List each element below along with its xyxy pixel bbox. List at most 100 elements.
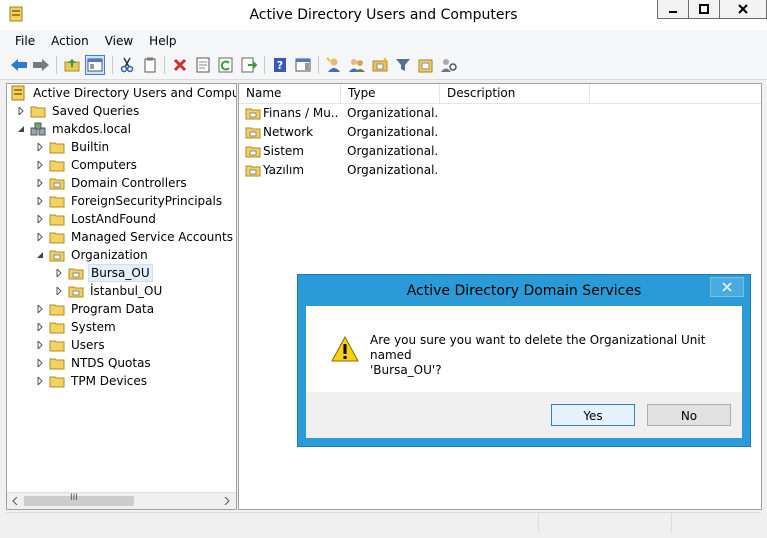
up-folder-button[interactable]: [62, 55, 82, 75]
tree-item-foreign-security-principals[interactable]: ForeignSecurityPrincipals: [35, 192, 224, 210]
menu-action[interactable]: Action: [43, 30, 97, 52]
tree-item-users[interactable]: Users: [35, 336, 107, 354]
properties-button[interactable]: [193, 55, 213, 75]
dialog-footer: Yes No: [306, 392, 742, 438]
minimize-button[interactable]: [657, 0, 689, 19]
expand-arrow-icon[interactable]: [16, 106, 26, 116]
tree-item-computers[interactable]: Computers: [35, 156, 139, 174]
up-folder-icon: [64, 59, 80, 72]
expand-arrow-icon[interactable]: [35, 304, 45, 314]
tree-item-managed-service-accounts[interactable]: Managed Service Accounts: [35, 228, 235, 246]
ou-icon: [68, 284, 84, 298]
add-to-group-button[interactable]: [416, 55, 436, 75]
expand-arrow-icon[interactable]: [35, 196, 45, 206]
scroll-left-button[interactable]: [7, 493, 23, 509]
dialog-close-button[interactable]: [710, 277, 744, 297]
expand-arrow-icon[interactable]: [35, 232, 45, 242]
main-window: Active Directory Users and Computers Fil…: [0, 0, 767, 538]
expand-arrow-icon[interactable]: [35, 160, 45, 170]
ou-icon: [245, 107, 261, 123]
warning-icon: [331, 335, 359, 365]
column-header-type[interactable]: Type: [341, 84, 440, 103]
cut-button[interactable]: [117, 55, 137, 75]
back-button[interactable]: [9, 55, 29, 75]
dialog-body: Are you sure you want to delete the Orga…: [306, 306, 742, 392]
tree-item-domain-controllers[interactable]: Domain Controllers: [35, 174, 189, 192]
dialog-message-line: Are you sure you want to delete the Orga…: [370, 333, 706, 362]
expand-arrow-icon[interactable]: [35, 358, 45, 368]
scroll-right-button[interactable]: [219, 493, 235, 509]
tree-item-tpm-devices[interactable]: TPM Devices: [35, 372, 149, 390]
expand-arrow-icon[interactable]: [35, 178, 45, 188]
column-header-description[interactable]: Description: [440, 84, 590, 103]
filter-icon: [396, 59, 410, 71]
action-pane-button[interactable]: [293, 55, 313, 75]
expand-arrow-icon[interactable]: [54, 268, 64, 278]
status-segment: [538, 513, 672, 533]
expand-arrow-icon[interactable]: [35, 340, 45, 350]
tree-item-istanbul-ou[interactable]: İstanbul_OU: [54, 282, 164, 300]
menu-bar: File Action View Help: [0, 30, 767, 52]
expand-arrow-icon[interactable]: [35, 214, 45, 224]
menu-file[interactable]: File: [0, 30, 43, 52]
new-user-icon: [326, 57, 340, 72]
tree-item-bursa-ou[interactable]: Bursa_OU: [54, 264, 153, 282]
toolbar: ?: [0, 52, 767, 80]
ou-icon: [245, 126, 261, 142]
console-tree-button[interactable]: [85, 55, 105, 75]
item-type: Organizational...: [347, 125, 439, 139]
tree-item-lost-and-found[interactable]: LostAndFound: [35, 210, 158, 228]
list-item[interactable]: Network Organizational...: [239, 123, 761, 142]
list-item[interactable]: Yazılım Organizational...: [239, 161, 761, 180]
tree-root[interactable]: Active Directory Users and Computers: [11, 84, 236, 102]
expand-arrow-icon[interactable]: [54, 286, 64, 296]
column-header-name[interactable]: Name: [239, 84, 341, 103]
forward-button[interactable]: [31, 55, 51, 75]
chevron-right-icon: [224, 497, 230, 505]
export-list-button[interactable]: [239, 55, 259, 75]
tree-item-organization[interactable]: Organization: [35, 246, 150, 264]
delete-button[interactable]: [170, 55, 190, 75]
expand-arrow-icon[interactable]: [35, 322, 45, 332]
no-button[interactable]: No: [647, 404, 731, 426]
menu-view[interactable]: View: [97, 30, 141, 52]
refresh-icon: [218, 57, 233, 73]
delegate-button[interactable]: [439, 55, 459, 75]
tree-item-system[interactable]: System: [35, 318, 118, 336]
folder-icon: [49, 230, 65, 244]
folder-icon: [49, 302, 65, 316]
filter-button[interactable]: [393, 55, 413, 75]
ou-icon: [68, 266, 84, 280]
help-button[interactable]: ?: [270, 55, 290, 75]
expand-arrow-icon[interactable]: [35, 142, 45, 152]
menu-help[interactable]: Help: [141, 30, 184, 52]
list-item[interactable]: Sistem Organizational...: [239, 142, 761, 161]
collapse-arrow-icon[interactable]: [16, 124, 26, 134]
domain-icon: [30, 122, 46, 136]
list-header: Name Type Description: [239, 84, 761, 104]
tree-item-domain[interactable]: makdos.local: [16, 120, 133, 138]
tree-item-ntds-quotas[interactable]: NTDS Quotas: [35, 354, 153, 372]
new-ou-button[interactable]: [370, 55, 390, 75]
refresh-button[interactable]: [216, 55, 236, 75]
collapse-arrow-icon[interactable]: [35, 250, 45, 260]
dialog-message-line: 'Bursa_OU'?: [370, 363, 442, 377]
item-name: Finans / Mu...: [263, 106, 339, 120]
console-tree[interactable]: Active Directory Users and Computers Sav…: [6, 83, 237, 510]
tree-item-saved-queries[interactable]: Saved Queries: [16, 102, 141, 120]
new-user-button[interactable]: [324, 55, 344, 75]
tree-item-program-data[interactable]: Program Data: [35, 300, 156, 318]
export-list-icon: [241, 57, 257, 73]
tree-horizontal-scrollbar[interactable]: III: [7, 492, 236, 509]
scroll-thumb[interactable]: III: [24, 493, 134, 506]
back-icon: [11, 59, 27, 71]
maximize-button[interactable]: [688, 0, 720, 19]
expand-arrow-icon[interactable]: [35, 376, 45, 386]
copy-button[interactable]: [140, 55, 160, 75]
new-group-button[interactable]: [347, 55, 367, 75]
yes-button[interactable]: Yes: [551, 404, 635, 426]
ou-icon: [49, 176, 65, 190]
list-item[interactable]: Finans / Mu... Organizational...: [239, 104, 761, 123]
close-button[interactable]: [719, 0, 767, 19]
tree-item-builtin[interactable]: Builtin: [35, 138, 111, 156]
